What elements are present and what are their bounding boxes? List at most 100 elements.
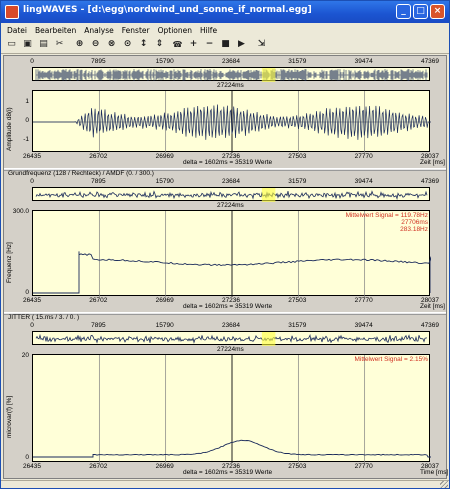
app-window: lingWAVES - [d:\egg\nordwind_und_sonne_i… — [0, 0, 450, 489]
menu-optionen[interactable]: Optionen — [158, 26, 192, 35]
toolbar: ▭ ▣ ▤ ✂ ⊕ ⊖ ⊗ ⊙ ↕ ⇕ ☎ + − ■ ▶ ⇲ — [1, 37, 449, 54]
overview-tick-label: 23684 — [221, 58, 241, 65]
x-tick-label: 26969 — [155, 297, 174, 304]
print-icon[interactable]: ▤ — [37, 38, 50, 51]
y-axis-label: microvar(f) [%] — [6, 395, 13, 438]
panel-jitter: JITTER ( 15.ms / 3. / 0. ) 0 7895 15790 2368… — [4, 314, 449, 478]
x-tick-label: 27503 — [288, 153, 307, 160]
menu-bar: Datei Bearbeiten Analyse Fenster Optione… — [1, 23, 449, 37]
overview-trace — [35, 332, 428, 346]
expand-vertical-icon[interactable]: ↕ — [137, 38, 150, 51]
x-axis-unit: Zeit [ms] — [420, 303, 445, 310]
analysis-area: 0 7895 15790 23684 31579 39474 47369 27224ms 1 0-… — [3, 55, 449, 479]
overview-tick-label: 15790 — [155, 322, 174, 329]
overview-tick-label: 15790 — [155, 58, 174, 65]
overview-strip[interactable] — [32, 187, 430, 202]
plot-svg-jitter — [33, 355, 431, 463]
panel-wave: 0 7895 15790 23684 31579 39474 47369 27224ms 1 0-… — [4, 56, 446, 168]
title-bar[interactable]: lingWAVES - [d:\egg\nordwind_und_sonne_i… — [1, 1, 449, 23]
x-tick-label: 26702 — [89, 297, 108, 304]
stop-icon[interactable]: ■ — [219, 38, 232, 51]
zoom-range-icon[interactable]: ⊙ — [121, 38, 134, 51]
x-tick-label: 26702 — [89, 153, 108, 160]
delta-readout: delta = 1602ms = 35319 Werte — [183, 159, 273, 166]
overview-tick-label: 31579 — [288, 178, 307, 185]
overview-tick-label: 7895 — [91, 322, 106, 329]
record-icon[interactable]: ☎ — [171, 38, 184, 51]
y-axis-label: Amplitude d8(i) — [6, 107, 13, 151]
overview-tick-label: 0 — [30, 58, 34, 65]
menu-bearbeiten[interactable]: Bearbeiten — [35, 26, 76, 35]
x-axis-unit: Time [ms] — [420, 469, 449, 476]
annotation-text: Mittelwert Signal = 2.15% — [354, 356, 428, 363]
play-icon[interactable]: ▶ — [235, 38, 248, 51]
x-tick-label: 26435 — [22, 297, 42, 304]
y-tick-label: 0 — [25, 288, 29, 296]
x-tick-label: 26435 — [22, 153, 42, 160]
panel-f0: Grundfrequenz (128 / Rechteck) / AMDF (0… — [4, 170, 446, 312]
overview-tick-label: 47369 — [420, 178, 440, 185]
export-icon[interactable]: ⇲ — [255, 38, 268, 51]
window-title: lingWAVES - [d:\egg\nordwind_und_sonne_i… — [23, 5, 312, 15]
x-tick-label: 27503 — [288, 297, 307, 304]
cursor-time-label: 27224ms — [217, 346, 244, 353]
maximize-button[interactable]: □ — [413, 4, 428, 19]
plot-area-jitter[interactable] — [32, 354, 431, 463]
overview-tick-label: 39474 — [354, 322, 373, 329]
x-tick-label: 26435 — [22, 463, 42, 470]
x-tick-label: 26969 — [155, 153, 174, 160]
overview-strip[interactable] — [32, 331, 430, 346]
close-button[interactable]: × — [430, 4, 445, 19]
y-tick-label: 300.0 — [12, 207, 29, 215]
annotation-text: Mittelwert Signal = 119.78Hz — [345, 212, 428, 219]
overview-tick-label: 0 — [30, 322, 34, 329]
open-icon[interactable]: ▣ — [21, 38, 34, 51]
x-tick-label: 26702 — [89, 463, 108, 470]
overview-tick-label: 23684 — [221, 322, 241, 329]
menu-fenster[interactable]: Fenster — [122, 26, 150, 35]
zoom-in-icon[interactable]: ⊕ — [73, 38, 86, 51]
overview-tick-label: 0 — [30, 178, 34, 185]
delta-readout: delta = 1602ms = 35319 Werte — [183, 469, 273, 476]
panel-header-f0: Grundfrequenz (128 / Rechteck) / AMDF (0… — [8, 170, 154, 177]
tools-icon[interactable]: ✂ — [53, 38, 66, 51]
overview-tick-label: 31579 — [288, 58, 307, 65]
overview-trace — [35, 188, 428, 202]
overview-tick-label: 7895 — [91, 58, 106, 65]
y-axis-label: Frequenz [Hz] — [6, 242, 13, 283]
x-tick-label: 27770 — [354, 297, 373, 304]
overview-tick-label: 7895 — [91, 178, 106, 185]
new-icon[interactable]: ▭ — [5, 38, 18, 51]
resize-grip-icon[interactable] — [440, 481, 448, 488]
cursor-time-label: 27224ms — [217, 82, 244, 89]
minus-icon[interactable]: − — [203, 38, 216, 51]
x-tick-label: 27503 — [288, 463, 307, 470]
x-tick-label: 27770 — [354, 153, 373, 160]
overview-tick-label: 39474 — [354, 178, 373, 185]
minimize-button[interactable]: _ — [396, 4, 411, 19]
x-tick-label: 27770 — [354, 463, 373, 470]
menu-hilfe[interactable]: Hilfe — [200, 26, 217, 35]
zoom-fit-icon[interactable]: ⊗ — [105, 38, 118, 51]
zoom-out-icon[interactable]: ⊖ — [89, 38, 102, 51]
annotation-text: 27706ms — [401, 219, 428, 226]
annotation-text: 283.18Hz — [400, 226, 428, 233]
overview-tick-label: 23684 — [221, 178, 241, 185]
overview-tick-label: 39474 — [354, 58, 373, 65]
overview-tick-label: 15790 — [155, 178, 174, 185]
status-bar — [1, 480, 449, 488]
y-tick-label: 1 — [25, 98, 29, 106]
plus-icon[interactable]: + — [187, 38, 200, 51]
compress-vertical-icon[interactable]: ⇕ — [153, 38, 166, 51]
y-tick-label: 20 — [21, 352, 29, 360]
overview-strip[interactable] — [32, 67, 430, 82]
cursor-time-label: 27224ms — [217, 202, 244, 209]
plot-area-wave[interactable] — [32, 90, 431, 153]
panel-header-jitter: JITTER ( 15.ms / 3. / 0. ) — [8, 314, 80, 321]
overview-trace — [35, 68, 428, 82]
menu-analyse[interactable]: Analyse — [84, 26, 114, 35]
x-tick-label: 26969 — [155, 463, 174, 470]
menu-datei[interactable]: Datei — [7, 26, 27, 35]
delta-readout: delta = 1602ms = 35319 Werte — [183, 303, 273, 310]
overview-tick-label: 47369 — [420, 322, 440, 329]
